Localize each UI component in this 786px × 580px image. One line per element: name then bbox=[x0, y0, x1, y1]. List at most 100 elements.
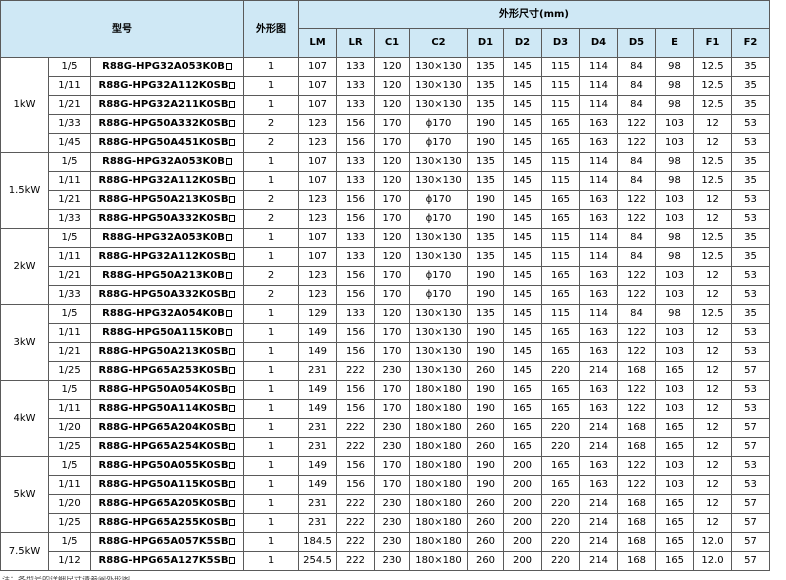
ratio-cell: 1/33 bbox=[48, 285, 91, 305]
dim-f1-cell: 12 bbox=[693, 494, 732, 514]
dim-d1-cell: 260 bbox=[467, 513, 504, 533]
dim-d1-cell: 190 bbox=[467, 380, 504, 400]
dim-lm-cell: 254.5 bbox=[298, 551, 337, 571]
ratio-cell: 1/33 bbox=[48, 114, 91, 134]
dim-d5-cell: 84 bbox=[617, 171, 656, 191]
model-cell: R88G-HPG50A213K0B bbox=[90, 266, 244, 286]
dim-d1-cell: 135 bbox=[467, 152, 504, 172]
dim-d2-cell: 200 bbox=[503, 532, 542, 552]
dim-d4-cell: 163 bbox=[579, 342, 618, 362]
model-header: 型号 bbox=[0, 0, 244, 58]
dim-lm-cell: 149 bbox=[298, 456, 337, 476]
dim-e-cell: 103 bbox=[655, 456, 694, 476]
dim-f2-cell: 57 bbox=[731, 532, 770, 552]
model-cell: R88G-HPG50A213K0SB bbox=[90, 342, 244, 362]
dim-d5-cell: 168 bbox=[617, 418, 656, 438]
dim-f1-cell: 12 bbox=[693, 285, 732, 305]
dim-e-cell: 98 bbox=[655, 76, 694, 96]
option-box-icon bbox=[229, 386, 236, 393]
model-number: R88G-HPG65A204K0SB bbox=[98, 422, 229, 433]
dim-d1-cell: 135 bbox=[467, 57, 504, 77]
dim-f1-cell: 12 bbox=[693, 380, 732, 400]
dim-lr-cell: 156 bbox=[336, 342, 375, 362]
outline-figure-cell: 1 bbox=[243, 475, 299, 495]
ratio-cell: 1/5 bbox=[48, 456, 91, 476]
dim-c1-cell: 170 bbox=[374, 456, 410, 476]
dim-d4-cell: 214 bbox=[579, 513, 618, 533]
dim-c2-cell: 180×180 bbox=[409, 456, 468, 476]
outline-figure-cell: 1 bbox=[243, 342, 299, 362]
dim-d1-cell: 135 bbox=[467, 228, 504, 248]
option-box-icon bbox=[225, 310, 232, 317]
dim-c2-cell: 180×180 bbox=[409, 475, 468, 495]
dim-f2-cell: 53 bbox=[731, 133, 770, 153]
model-cell: R88G-HPG50A055K0SB bbox=[90, 456, 244, 476]
ratio-cell: 1/21 bbox=[48, 190, 91, 210]
dim-lm-cell: 107 bbox=[298, 76, 337, 96]
dim-d5-cell: 122 bbox=[617, 133, 656, 153]
model-number: R88G-HPG32A053K0B bbox=[102, 232, 225, 243]
dim-d2-cell: 165 bbox=[503, 418, 542, 438]
dim-f1-cell: 12 bbox=[693, 361, 732, 381]
dim-lm-cell: 231 bbox=[298, 437, 337, 457]
outline-figure-cell: 1 bbox=[243, 247, 299, 267]
table-row: 1/45 R88G-HPG50A451K0SB 2 123 156 170 ϕ170 190 1… bbox=[1, 133, 770, 153]
model-cell: R88G-HPG65A254K0SB bbox=[90, 437, 244, 457]
power-rating-cell: 3kW bbox=[0, 304, 49, 381]
ratio-cell: 1/21 bbox=[48, 95, 91, 115]
dim-d3-cell: 220 bbox=[541, 513, 580, 533]
option-box-icon bbox=[225, 272, 232, 279]
dim-d4-cell: 163 bbox=[579, 190, 618, 210]
dim-d4-cell: 163 bbox=[579, 285, 618, 305]
dim-c2-cell: 130×130 bbox=[409, 76, 468, 96]
dim-header-d2: D2 bbox=[503, 28, 542, 58]
dim-d5-cell: 168 bbox=[617, 551, 656, 571]
dim-d3-cell: 115 bbox=[541, 57, 580, 77]
model-cell: R88G-HPG50A332K0SB bbox=[90, 285, 244, 305]
dim-d4-cell: 214 bbox=[579, 551, 618, 571]
dim-c1-cell: 120 bbox=[374, 57, 410, 77]
dim-d3-cell: 165 bbox=[541, 323, 580, 343]
dim-c1-cell: 170 bbox=[374, 133, 410, 153]
dim-d2-cell: 145 bbox=[503, 133, 542, 153]
model-cell: R88G-HPG50A054K0SB bbox=[90, 380, 244, 400]
outline-header: 外形图 bbox=[243, 0, 299, 58]
dim-f1-cell: 12 bbox=[693, 437, 732, 457]
option-box-icon bbox=[225, 329, 232, 336]
dim-e-cell: 165 bbox=[655, 551, 694, 571]
dim-lr-cell: 156 bbox=[336, 209, 375, 229]
dim-f2-cell: 53 bbox=[731, 342, 770, 362]
dim-c2-cell: ϕ170 bbox=[409, 133, 468, 153]
dim-d2-cell: 165 bbox=[503, 437, 542, 457]
table-row: 1/11 R88G-HPG32A112K0SB 1 107 133 120 130×130 1… bbox=[1, 76, 770, 96]
table-row: 7.5kW 1/5 R88G-HPG65A057K5SB 1 184.5 222 230 18… bbox=[0, 532, 770, 571]
dim-c2-cell: 130×130 bbox=[409, 57, 468, 77]
outline-figure-cell: 1 bbox=[243, 513, 299, 533]
dim-d5-cell: 84 bbox=[617, 95, 656, 115]
model-cell: R88G-HPG50A332K0SB bbox=[90, 209, 244, 229]
dim-f2-cell: 57 bbox=[731, 513, 770, 533]
model-number: R88G-HPG50A115K0B bbox=[102, 327, 225, 338]
option-box-icon bbox=[225, 63, 232, 70]
ratio-cell: 1/11 bbox=[48, 323, 91, 343]
dim-d5-cell: 122 bbox=[617, 456, 656, 476]
dim-f1-cell: 12.5 bbox=[693, 152, 732, 172]
model-number: R88G-HPG50A213K0SB bbox=[98, 194, 229, 205]
model-cell: R88G-HPG65A255K0SB bbox=[90, 513, 244, 533]
dim-d3-cell: 165 bbox=[541, 456, 580, 476]
dim-lr-cell: 222 bbox=[336, 551, 375, 571]
dim-d3-cell: 115 bbox=[541, 76, 580, 96]
model-cell: R88G-HPG50A115K0SB bbox=[90, 475, 244, 495]
dim-d1-cell: 190 bbox=[467, 456, 504, 476]
outline-figure-cell: 1 bbox=[243, 456, 299, 476]
dim-d5-cell: 122 bbox=[617, 266, 656, 286]
model-number: R88G-HPG50A451K0SB bbox=[98, 137, 229, 148]
outline-figure-cell: 2 bbox=[243, 209, 299, 229]
dim-e-cell: 98 bbox=[655, 95, 694, 115]
table-row: 5kW 1/5 R88G-HPG50A055K0SB 1 149 156 170 180×18… bbox=[0, 456, 770, 533]
dim-lm-cell: 149 bbox=[298, 380, 337, 400]
model-cell: R88G-HPG32A053K0B bbox=[90, 228, 244, 248]
dim-f2-cell: 53 bbox=[731, 380, 770, 400]
dim-d3-cell: 220 bbox=[541, 494, 580, 514]
dim-d4-cell: 114 bbox=[579, 228, 618, 248]
